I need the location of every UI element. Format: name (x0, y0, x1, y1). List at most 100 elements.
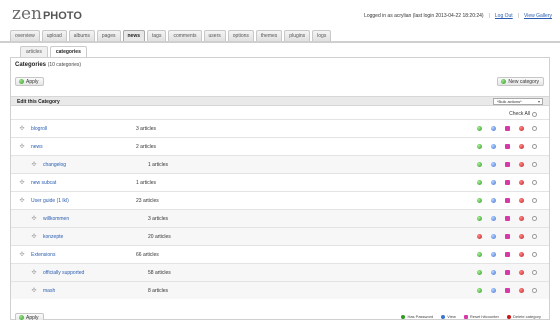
row-checkbox[interactable] (532, 234, 537, 239)
reset-hitcounter-icon[interactable] (505, 270, 510, 275)
delete-icon[interactable] (519, 288, 524, 293)
row-checkbox[interactable] (532, 126, 537, 131)
drag-handle-icon[interactable]: ✣ (19, 144, 25, 150)
view-gallery-link[interactable]: View Gallery (524, 13, 552, 19)
reset-hitcounter-icon[interactable] (505, 126, 510, 131)
tab-comments[interactable]: comments (168, 30, 202, 41)
delete-icon[interactable] (519, 216, 524, 221)
article-count: 23 articles (136, 198, 159, 204)
check-all-checkbox[interactable] (532, 111, 537, 117)
delete-icon[interactable] (519, 252, 524, 257)
view-icon[interactable] (491, 144, 496, 149)
delete-icon[interactable] (519, 126, 524, 131)
delete-icon[interactable] (519, 234, 524, 239)
category-link[interactable]: konzepte (43, 234, 63, 240)
published-icon[interactable] (477, 144, 482, 149)
tab-tags[interactable]: tags (147, 30, 167, 41)
row-checkbox[interactable] (532, 180, 537, 185)
tab-plugins[interactable]: plugins (284, 30, 311, 41)
view-icon[interactable] (491, 234, 496, 239)
apply-button-top[interactable]: Apply (15, 77, 44, 86)
row-checkbox[interactable] (532, 270, 537, 275)
logout-link[interactable]: Log Out (495, 13, 513, 19)
apply-button-bottom[interactable]: Apply (15, 313, 44, 320)
view-icon[interactable] (491, 126, 496, 131)
subtab-categories[interactable]: categories (49, 46, 87, 57)
check-all[interactable]: Check All (509, 111, 537, 117)
row-checkbox[interactable] (532, 216, 537, 221)
article-count: 2 articles (136, 144, 157, 150)
tab-users[interactable]: users (203, 30, 226, 41)
row-checkbox[interactable] (532, 288, 537, 293)
tab-logs[interactable]: logs (312, 30, 332, 41)
reset-hitcounter-icon[interactable] (505, 144, 510, 149)
bulk-actions-select[interactable]: *Bulk actions* ▾ (493, 98, 543, 105)
published-icon[interactable] (477, 198, 482, 203)
view-icon[interactable] (491, 198, 496, 203)
new-category-button[interactable]: New category (497, 77, 544, 86)
delete-icon[interactable] (519, 162, 524, 167)
drag-handle-icon[interactable]: ✣ (31, 216, 37, 222)
drag-handle-icon[interactable]: ✣ (31, 270, 37, 276)
drag-handle-icon[interactable]: ✣ (19, 126, 25, 132)
delete-icon[interactable] (519, 198, 524, 203)
row-checkbox[interactable] (532, 144, 537, 149)
tab-pages[interactable]: pages (96, 30, 121, 41)
reset-hitcounter-icon[interactable] (505, 180, 510, 185)
tab-albums[interactable]: albums (68, 30, 95, 41)
drag-handle-icon[interactable]: ✣ (19, 198, 25, 204)
category-link[interactable]: changelog (43, 162, 66, 168)
published-icon[interactable] (477, 288, 482, 293)
delete-icon[interactable] (519, 180, 524, 185)
category-link[interactable]: willkommen (43, 216, 69, 222)
tab-overview[interactable]: overview (10, 30, 40, 41)
reset-hitcounter-icon[interactable] (505, 198, 510, 203)
reset-hitcounter-icon[interactable] (505, 234, 510, 239)
unpublished-icon[interactable] (477, 234, 482, 239)
drag-handle-icon[interactable]: ✣ (31, 288, 37, 294)
zenphoto-logo[interactable]: zen PHOTO (12, 6, 82, 23)
category-link[interactable]: Extensions (31, 252, 55, 258)
category-link[interactable]: new subcat (31, 180, 56, 186)
drag-handle-icon[interactable]: ✣ (19, 252, 25, 258)
drag-handle-icon[interactable]: ✣ (31, 162, 37, 168)
view-icon[interactable] (491, 288, 496, 293)
published-icon[interactable] (477, 180, 482, 185)
category-link[interactable]: news (31, 144, 43, 150)
login-info: Logged in as acrylian (last login 2013-0… (364, 13, 552, 19)
view-icon (441, 314, 446, 319)
category-link[interactable]: blogroll (31, 126, 47, 132)
reset-hitcounter-icon[interactable] (505, 216, 510, 221)
row-checkbox[interactable] (532, 198, 537, 203)
row-checkbox[interactable] (532, 162, 537, 167)
category-link[interactable]: officially supported (43, 270, 84, 276)
tab-upload[interactable]: upload (41, 30, 67, 41)
tab-options[interactable]: options (227, 30, 254, 41)
category-link[interactable]: User guide (1 lkl) (31, 198, 69, 204)
published-icon[interactable] (477, 216, 482, 221)
tab-news[interactable]: news (122, 30, 146, 41)
category-row: ✣ User guide (1 lkl) 23 articles (11, 191, 549, 209)
published-icon[interactable] (477, 270, 482, 275)
category-link[interactable]: mash (43, 288, 55, 294)
content-panel: Categories (10 categories) Apply New cat… (10, 57, 550, 320)
category-row: ✣ blogroll 3 articles (11, 119, 549, 137)
view-icon[interactable] (491, 252, 496, 257)
view-icon[interactable] (491, 270, 496, 275)
published-icon[interactable] (477, 126, 482, 131)
drag-handle-icon[interactable]: ✣ (19, 180, 25, 186)
delete-icon[interactable] (519, 144, 524, 149)
row-checkbox[interactable] (532, 252, 537, 257)
published-icon[interactable] (477, 162, 482, 167)
view-icon[interactable] (491, 162, 496, 167)
reset-hitcounter-icon[interactable] (505, 162, 510, 167)
reset-hitcounter-icon[interactable] (505, 252, 510, 257)
delete-icon[interactable] (519, 270, 524, 275)
reset-hitcounter-icon[interactable] (505, 288, 510, 293)
tab-themes[interactable]: themes (255, 30, 283, 41)
drag-handle-icon[interactable]: ✣ (31, 234, 37, 240)
view-icon[interactable] (491, 180, 496, 185)
subtab-articles[interactable]: articles (20, 46, 48, 57)
view-icon[interactable] (491, 216, 496, 221)
published-icon[interactable] (477, 252, 482, 257)
